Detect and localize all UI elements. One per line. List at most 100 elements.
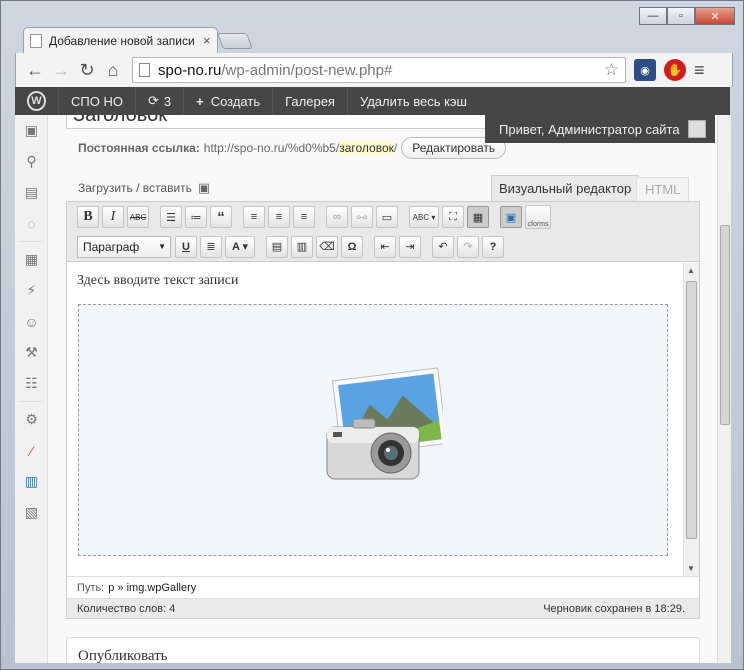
gallery-link[interactable]: Галерея xyxy=(273,87,348,115)
text-color-icon[interactable]: A ▾ xyxy=(225,235,255,258)
scroll-up-icon[interactable]: ▲ xyxy=(687,266,695,275)
format-select[interactable]: Параграф ▼ xyxy=(77,235,171,258)
plugins-menu-icon[interactable]: ⚡ xyxy=(15,275,48,306)
window-controls: — ▫ ✕ xyxy=(639,7,735,25)
browser-tab[interactable]: Добавление новой записи × xyxy=(23,27,218,53)
gallery-insert-icon[interactable]: ▣ xyxy=(500,206,522,228)
cforms-label: cforms xyxy=(527,221,549,228)
menu-icon[interactable]: ≡ xyxy=(694,60,705,81)
bold-icon[interactable]: B xyxy=(77,206,99,228)
home-icon[interactable]: ⌂ xyxy=(100,57,126,83)
unlink-icon[interactable]: ⧟ xyxy=(351,206,373,228)
path-value[interactable]: p » img.wpGallery xyxy=(108,582,196,594)
pages-menu-icon[interactable]: ▤ xyxy=(15,177,48,208)
word-count: Количество слов: 4 xyxy=(77,602,176,615)
editor-toolbar-row-1: B I ABC ☰ ≔ “ ≡ ≡ ≡ ∞ ⧟ ▭ ABC ▾ ⛶ ▦ ▣ cf… xyxy=(67,202,699,232)
help-icon[interactable]: ? xyxy=(482,235,504,258)
undo-icon[interactable]: ↶ xyxy=(432,235,454,258)
updates-link[interactable]: ⟳ 3 xyxy=(136,87,185,115)
clear-formatting-icon[interactable]: ⌫ xyxy=(316,235,338,258)
gallery-placeholder[interactable] xyxy=(78,304,668,556)
maximize-icon[interactable]: ▫ xyxy=(667,7,695,25)
users-menu-icon[interactable]: ☺ xyxy=(15,306,48,337)
reload-icon[interactable]: ↻ xyxy=(74,57,100,83)
insert-more-icon[interactable]: ▭ xyxy=(376,206,398,228)
tools-menu-icon[interactable]: ⚒ xyxy=(15,337,48,368)
insert-link-icon[interactable]: ∞ xyxy=(326,206,348,228)
tab-title: Добавление новой записи xyxy=(49,33,195,48)
editor-content[interactable]: Здесь вводите текст записи xyxy=(67,263,683,576)
back-icon[interactable]: ← xyxy=(22,57,48,83)
special-char-icon[interactable]: Ω xyxy=(341,235,363,258)
links-menu-icon[interactable]: ⚲ xyxy=(15,146,48,177)
cforms-icon[interactable]: cforms xyxy=(525,205,551,229)
numbered-list-icon[interactable]: ≔ xyxy=(185,206,207,228)
url-path: /wp-admin/post-new.php# xyxy=(221,61,393,79)
scroll-down-icon[interactable]: ▼ xyxy=(687,564,695,573)
admin-greeting[interactable]: Привет, Администратор сайта xyxy=(485,115,715,143)
blockquote-icon[interactable]: “ xyxy=(210,206,232,228)
editor-scrollbar[interactable]: ▲ ▼ xyxy=(683,263,699,576)
permalink-slug[interactable]: заголовок xyxy=(339,141,394,155)
settings-menu-icon[interactable]: ☷ xyxy=(15,368,48,399)
tab-close-icon[interactable]: × xyxy=(203,33,211,48)
greeting-text: Привет, Администратор сайта xyxy=(499,121,680,137)
plugin-gear-menu-icon[interactable]: ⚙ xyxy=(15,404,48,435)
editor-path-bar: Путь: p » img.wpGallery xyxy=(67,576,699,598)
forward-icon[interactable]: → xyxy=(48,57,74,83)
close-window-icon[interactable]: ✕ xyxy=(695,7,735,25)
gallery-menu-icon[interactable]: ▧ xyxy=(15,497,48,528)
upload-label: Загрузить / вставить xyxy=(78,181,192,195)
editor-body-text[interactable]: Здесь вводите текст записи xyxy=(77,273,239,289)
align-left-icon[interactable]: ≡ xyxy=(243,206,265,228)
align-right-icon[interactable]: ≡ xyxy=(293,206,315,228)
bookmark-star-icon[interactable]: ☆ xyxy=(604,60,619,80)
bullet-list-icon[interactable]: ☰ xyxy=(160,206,182,228)
permalink-suffix: / xyxy=(393,141,398,155)
new-tab-button[interactable] xyxy=(217,33,253,49)
publish-title: Опубликовать xyxy=(78,648,168,663)
indent-icon[interactable]: ⇥ xyxy=(399,235,421,258)
tab-html-editor[interactable]: HTML xyxy=(636,177,690,201)
avatar xyxy=(687,120,706,138)
chevron-down-icon: ▼ xyxy=(158,242,166,251)
tab-visual-editor[interactable]: Визуальный редактор xyxy=(491,175,640,201)
browser-toolbar: ← → ↻ ⌂ spo-no.ru/wp-admin/post-new.php#… xyxy=(15,53,733,87)
italic-icon[interactable]: I xyxy=(102,206,124,228)
minimize-icon[interactable]: — xyxy=(639,7,667,25)
media-menu-icon[interactable]: ▣ xyxy=(15,115,48,146)
paste-text-icon[interactable]: ▤ xyxy=(266,235,288,258)
comments-menu-icon[interactable]: ◌ xyxy=(15,208,48,239)
page-scroll-thumb[interactable] xyxy=(720,225,730,425)
upload-insert[interactable]: Загрузить / вставить ▣ xyxy=(78,180,210,196)
appearance-menu-icon[interactable]: ▦ xyxy=(15,244,48,275)
wp-admin-bar: W СПО НО ⟳ 3 + Создать Галерея Удалить в… xyxy=(15,87,730,115)
strikethrough-icon[interactable]: ABC xyxy=(127,206,149,228)
align-center-icon[interactable]: ≡ xyxy=(268,206,290,228)
justify-icon[interactable]: ≣ xyxy=(200,235,222,258)
redo-icon[interactable]: ↷ xyxy=(457,235,479,258)
cforms-menu-icon[interactable]: ⁄ xyxy=(15,435,48,466)
camera-extension-icon[interactable]: ◉ xyxy=(634,59,656,81)
page-scrollbar[interactable] xyxy=(717,115,731,663)
sidebar-separator xyxy=(19,401,43,402)
address-bar[interactable]: spo-no.ru/wp-admin/post-new.php# ☆ xyxy=(132,57,626,83)
wp-logo-button[interactable]: W xyxy=(15,87,59,115)
page-icon xyxy=(139,63,150,77)
cache-menu-icon[interactable]: ▥ xyxy=(15,466,48,497)
edit-post-area: Заголовок Постоянная ссылка: http://spo-… xyxy=(48,115,717,663)
site-name-link[interactable]: СПО НО xyxy=(59,87,136,115)
outdent-icon[interactable]: ⇤ xyxy=(374,235,396,258)
toolbar-toggle-icon[interactable]: ▦ xyxy=(467,206,489,228)
add-media-icon[interactable]: ▣ xyxy=(198,180,210,196)
post-title-input[interactable]: Заголовок xyxy=(66,115,486,129)
underline-icon[interactable]: U xyxy=(175,235,197,258)
publish-box[interactable]: Опубликовать xyxy=(66,637,700,663)
create-new-link[interactable]: + Создать xyxy=(184,87,274,115)
paste-word-icon[interactable]: ▥ xyxy=(291,235,313,258)
clear-cache-link[interactable]: Удалить весь кэш xyxy=(348,87,479,115)
editor-scroll-thumb[interactable] xyxy=(686,281,697,539)
spellcheck-icon[interactable]: ABC ▾ xyxy=(409,206,439,228)
fullscreen-icon[interactable]: ⛶ xyxy=(442,206,464,228)
adblock-extension-icon[interactable]: ✋ xyxy=(664,59,686,81)
